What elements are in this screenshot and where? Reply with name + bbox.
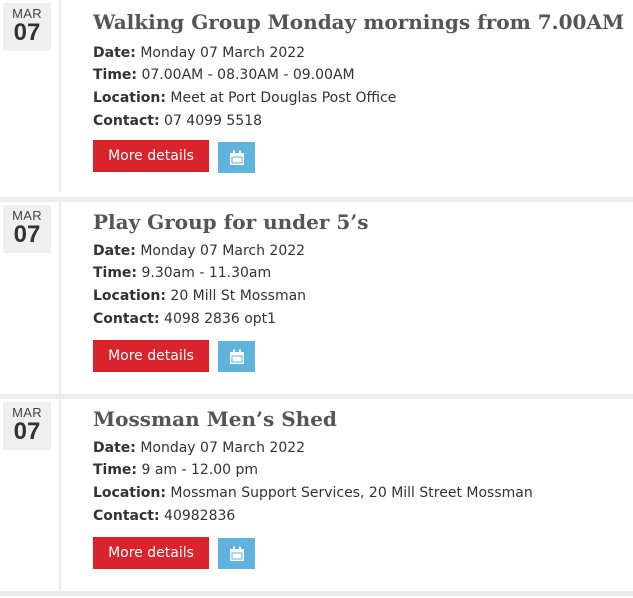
event-date-label: Date: <box>93 45 136 61</box>
calendar-icon <box>229 150 244 165</box>
event-date-label: Date: <box>93 243 136 259</box>
event-location-value: 20 Mill St Mossman <box>170 288 307 304</box>
event-location-label: Location: <box>93 288 166 304</box>
event-title[interactable]: Mossman Men’s Shed <box>93 407 337 431</box>
event-date-badge: MAR 07 <box>3 402 51 450</box>
event-time: Time: 9.30am - 11.30am <box>93 265 271 281</box>
event-contact-label: Contact: <box>93 113 160 129</box>
event-time: Time: 07.00AM - 08.30AM - 09.00AM <box>93 67 355 83</box>
event-contact-value: 40982836 <box>164 508 236 524</box>
event-date: Date: Monday 07 March 2022 <box>93 440 305 456</box>
calendar-icon <box>229 546 244 561</box>
event-location: Location: Mossman Support Services, 20 M… <box>93 485 533 501</box>
event-separator <box>59 0 61 192</box>
event-date-badge: MAR 07 <box>3 3 51 51</box>
event-contact-label: Contact: <box>93 311 160 327</box>
more-details-button[interactable]: More details <box>93 537 209 569</box>
add-to-calendar-button[interactable] <box>218 142 255 173</box>
event-time: Time: 9 am - 12.00 pm <box>93 462 258 478</box>
event-date-value: Monday 07 March 2022 <box>140 243 306 259</box>
event-location-label: Location: <box>93 90 166 106</box>
event-date-value: Monday 07 March 2022 <box>140 440 306 456</box>
event-date-badge: MAR 07 <box>3 205 51 253</box>
event-location-label: Location: <box>93 485 166 501</box>
event-separator <box>59 399 61 591</box>
event-title[interactable]: Walking Group Monday mornings from 7.00A… <box>93 10 624 34</box>
event-date-label: Date: <box>93 440 136 456</box>
event-date: Date: Monday 07 March 2022 <box>93 45 305 61</box>
event-time-label: Time: <box>93 67 138 83</box>
event-time-value: 07.00AM - 08.30AM - 09.00AM <box>141 67 355 83</box>
event-location-value: Meet at Port Douglas Post Office <box>170 90 397 106</box>
event-day: 07 <box>13 221 41 248</box>
event-contact-value: 4098 2836 opt1 <box>164 311 277 327</box>
event-date: Date: Monday 07 March 2022 <box>93 243 305 259</box>
event-day: 07 <box>13 19 41 46</box>
event-divider <box>0 591 633 596</box>
event-location: Location: 20 Mill St Mossman <box>93 288 306 304</box>
event-separator <box>59 202 61 394</box>
more-details-button[interactable]: More details <box>93 140 209 172</box>
event-day: 07 <box>13 418 41 445</box>
event-contact: Contact: 40982836 <box>93 508 235 524</box>
event-time-value: 9 am - 12.00 pm <box>141 462 259 478</box>
event-contact-label: Contact: <box>93 508 160 524</box>
event-time-label: Time: <box>93 462 138 478</box>
event-time-value: 9.30am - 11.30am <box>141 265 272 281</box>
event-location-value: Mossman Support Services, 20 Mill Street… <box>170 485 533 501</box>
event-contact-value: 07 4099 5518 <box>164 113 263 129</box>
add-to-calendar-button[interactable] <box>218 341 255 372</box>
event-time-label: Time: <box>93 265 138 281</box>
event-title[interactable]: Play Group for under 5’s <box>93 210 369 234</box>
event-location: Location: Meet at Port Douglas Post Offi… <box>93 90 396 106</box>
event-item: MAR 07 Play Group for under 5’s Date: Mo… <box>0 197 633 394</box>
event-item: MAR 07 Walking Group Monday mornings fro… <box>0 0 633 192</box>
event-item: MAR 07 Mossman Men’s Shed Date: Monday 0… <box>0 394 633 591</box>
event-contact: Contact: 4098 2836 opt1 <box>93 311 276 327</box>
add-to-calendar-button[interactable] <box>218 538 255 569</box>
calendar-icon <box>229 349 244 364</box>
event-contact: Contact: 07 4099 5518 <box>93 113 262 129</box>
event-date-value: Monday 07 March 2022 <box>140 45 306 61</box>
more-details-button[interactable]: More details <box>93 340 209 372</box>
